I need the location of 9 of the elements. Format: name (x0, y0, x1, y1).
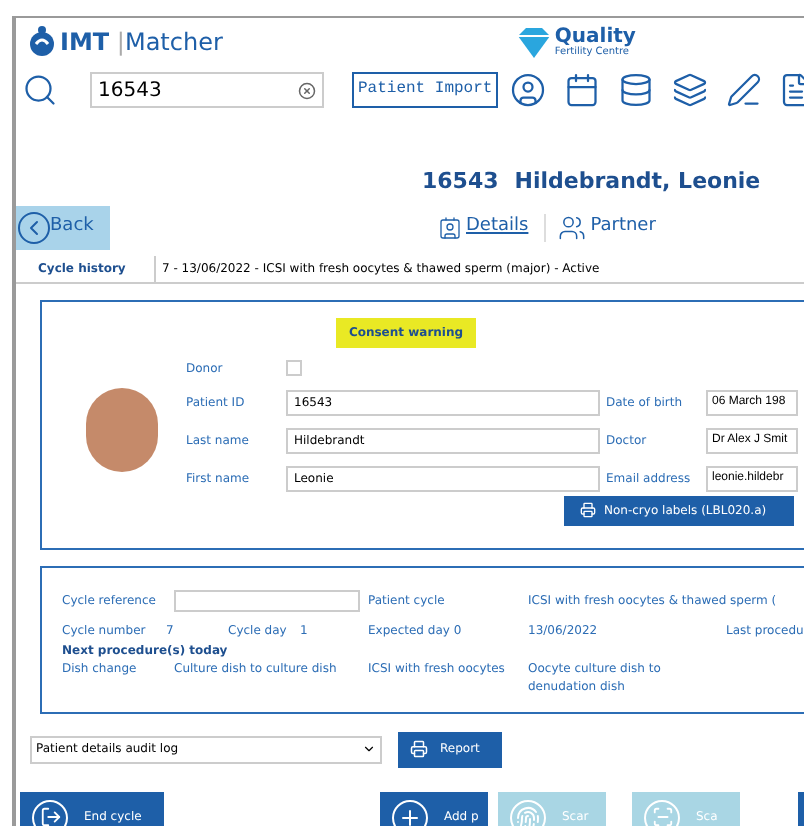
brand-name: IMT |Matcher (60, 26, 223, 60)
tab[interactable]: Partner (544, 213, 660, 241)
back-button[interactable]: Back (16, 205, 110, 249)
search-field[interactable]: 16543 (90, 72, 324, 108)
patient-import-button[interactable]: Patient Import (352, 72, 499, 108)
patient-id-title: 16543 (422, 166, 499, 198)
tab[interactable]: Details (434, 213, 533, 241)
partner-logo-name: Quality (554, 27, 636, 47)
patient-name-title: Hildebrandt, Leonie (514, 166, 761, 198)
